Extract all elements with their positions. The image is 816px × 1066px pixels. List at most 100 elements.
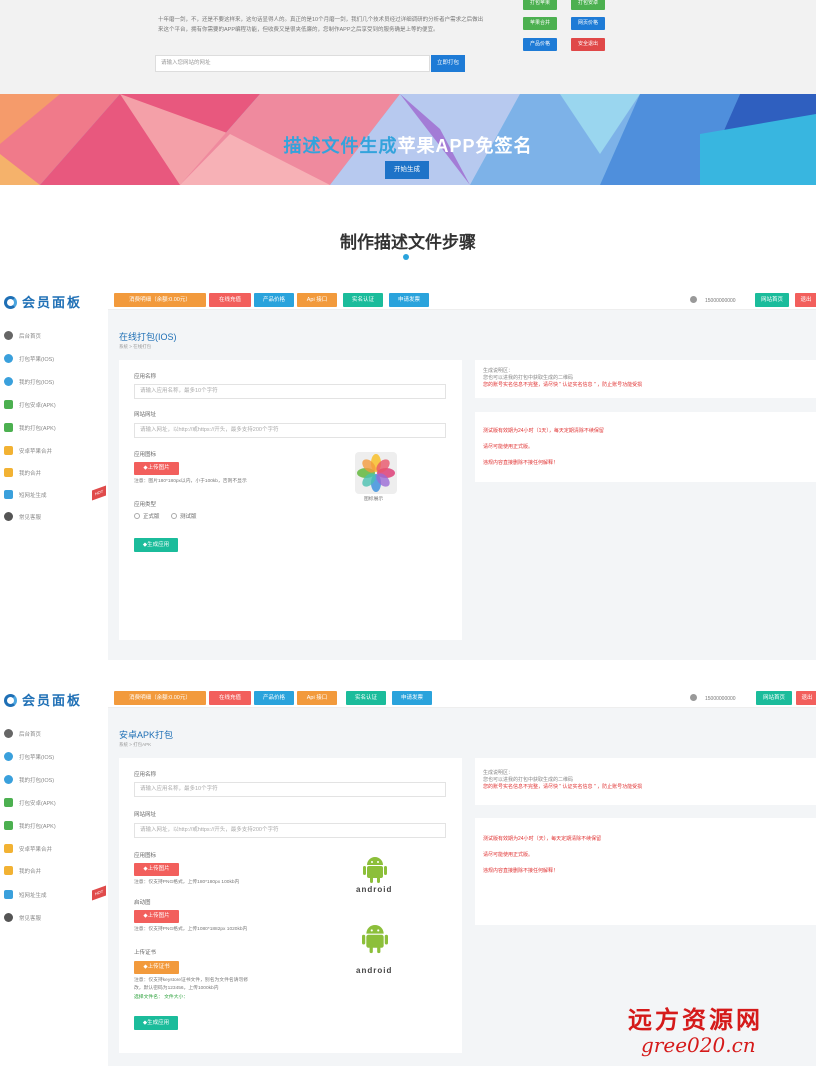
sidebar-item-my-ios[interactable]: 我的打包(IOS) — [4, 376, 54, 390]
android-robot-icon — [362, 925, 388, 954]
icon-label: 应用图标 — [134, 452, 157, 458]
plane-icon — [4, 890, 13, 899]
upload-icon-button[interactable]: ◆上传图片 — [134, 863, 179, 876]
app-name-input[interactable]: 请输入应用名称，最多10个字符 — [134, 384, 446, 399]
android-icon — [4, 798, 13, 807]
sidebar: 会员面板 后台首页 打包苹果(IOS) 我的打包(IOS) 打包安卓(APK) … — [0, 688, 108, 1066]
quick-web-price-button[interactable]: 网页价格 — [571, 17, 605, 30]
apple-icon — [4, 377, 13, 386]
sidebar-item-merge[interactable]: 安卓苹果合并 — [4, 843, 52, 857]
rule-3: 违规内容直接删除不接任何解释！ — [483, 868, 559, 874]
api-button[interactable]: Api 接口 — [297, 691, 337, 705]
ios-form-card: 应用名称 请输入应用名称，最多10个字符 网站网址 请输入网址，以http://… — [119, 360, 462, 640]
radio-icon — [171, 513, 177, 519]
upload-cert-button[interactable]: ◆上传证书 — [134, 961, 179, 974]
sidebar-item-my-apk[interactable]: 我的打包(APK) — [4, 422, 56, 436]
upload-icon-button[interactable]: ◆上传图片 — [134, 462, 179, 475]
site-home-button[interactable]: 网站首页 — [755, 293, 789, 307]
url-input[interactable]: 请输入网址，以http://或https://开头，最多支持200个字符 — [134, 423, 446, 438]
balance-button[interactable]: 消费明细（余额:0.00元） — [114, 293, 206, 307]
sidebar-item-short-url[interactable]: 短网址生成 — [4, 489, 47, 503]
logo-icon — [4, 296, 17, 309]
sidebar-item-dashboard[interactable]: 后台首页 — [4, 330, 41, 344]
sidebar-item-my-apk[interactable]: 我的打包(APK) — [4, 820, 56, 834]
photos-app-icon — [355, 452, 397, 494]
tips-card: 生成说明区： 您也可以进我的打包中获取生成的二维码 您的账号实名信息不完整，请尽… — [475, 758, 816, 805]
package-now-button[interactable]: 立即打包 — [431, 55, 465, 72]
watermark-url: gree020.cn — [641, 1033, 756, 1057]
api-button[interactable]: Api 接口 — [297, 293, 337, 307]
icon-note: 注意：仅支持PNG格式，上传180*180px 100kb内 — [134, 880, 240, 885]
realname-button[interactable]: 实名认证 — [343, 293, 383, 307]
hot-badge: HOT — [92, 885, 106, 901]
site-home-button[interactable]: 网站首页 — [756, 691, 792, 705]
invoice-button[interactable]: 申请发票 — [389, 293, 429, 307]
generate-app-button[interactable]: ◆生成应用 — [134, 1016, 178, 1030]
rule-2: 请尽可能使用正式版。 — [483, 852, 534, 858]
quick-product-price-button[interactable]: 产品价格 — [523, 38, 557, 51]
android-icon — [4, 821, 13, 830]
url-label: 网站网址 — [134, 412, 157, 418]
sidebar-item-my-merge[interactable]: 我的合并 — [4, 865, 41, 879]
quick-merge-button[interactable]: 苹果合并 — [523, 17, 557, 30]
user-avatar-icon — [690, 296, 697, 303]
apple-icon — [4, 354, 13, 363]
test-radio[interactable]: 测试版 — [171, 512, 197, 520]
quick-android-button[interactable]: 打包安卓 — [571, 0, 605, 10]
recharge-button[interactable]: 在线充值 — [209, 691, 251, 705]
sidebar-item-ios-package[interactable]: 打包苹果(IOS) — [4, 353, 54, 367]
question-icon — [4, 512, 13, 521]
app-name-input[interactable]: 请输入应用名称，最多10个字符 — [134, 782, 446, 797]
sidebar-item-support[interactable]: 常见客服 — [4, 912, 41, 926]
price-button[interactable]: 产品价格 — [254, 691, 294, 705]
splash-note: 注意：仅支持PNG格式，上传1080*1882px 1020kb内 — [134, 927, 248, 932]
panel-logo: 会员面板 — [4, 690, 82, 709]
sidebar-item-my-ios[interactable]: 我的打包(IOS) — [4, 774, 54, 788]
android-icon — [4, 400, 13, 409]
rule-3: 违规内容直接删除不接任何解释！ — [483, 460, 559, 466]
breadcrumb: 系统 > 打包APK — [119, 742, 152, 747]
banner-title-highlight: 描述文件生成 — [283, 136, 398, 156]
quick-logout-button[interactable]: 安全退出 — [571, 38, 605, 51]
top-bar: 消费明细（余额:0.00元） 在线充值 产品价格 Api 接口 实名认证 申请发… — [108, 688, 816, 708]
recharge-button[interactable]: 在线充值 — [209, 293, 251, 307]
android-icon — [4, 423, 13, 432]
upload-splash-button[interactable]: ◆上传图片 — [134, 910, 179, 923]
tips-line-1: 您也可以进我的打包中获取生成的二维码 — [483, 777, 574, 783]
tips-line-2: 您的账号实名信息不完整，请尽快 " 认证实名信息 " ，防止账号功能受损 — [483, 784, 643, 790]
url-input[interactable]: 请输入网址，以http://或https://开头，最多支持200个字符 — [134, 823, 446, 838]
realname-button[interactable]: 实名认证 — [346, 691, 386, 705]
logout-button[interactable]: 退出 — [796, 691, 816, 705]
android-wordmark: android — [356, 885, 393, 894]
start-generate-button[interactable]: 开始生成 — [385, 161, 429, 179]
website-url-input[interactable]: 请输入您网站的网址 — [155, 55, 430, 72]
android-robot-icon — [363, 857, 387, 883]
sidebar-item-apk-package[interactable]: 打包安卓(APK) — [4, 399, 56, 413]
sidebar-item-merge[interactable]: 安卓苹果合并 — [4, 445, 52, 459]
invoice-button[interactable]: 申请发票 — [392, 691, 432, 705]
cert-label: 上传证书 — [134, 950, 157, 956]
url-label: 网站网址 — [134, 812, 157, 818]
sidebar-item-apk-package[interactable]: 打包安卓(APK) — [4, 797, 56, 811]
icon-label: 应用图标 — [134, 853, 157, 859]
page-title: 安卓APK打包 — [119, 730, 174, 740]
steps-title: 制作描述文件步骤 — [340, 233, 476, 252]
sidebar-item-ios-package[interactable]: 打包苹果(IOS) — [4, 751, 54, 765]
tips-line-1: 您也可以进我的打包中获取生成的二维码 — [483, 375, 574, 381]
sidebar-item-my-merge[interactable]: 我的合并 — [4, 467, 41, 481]
balance-button[interactable]: 消费明细（余额:0.00元） — [114, 691, 206, 705]
ios-panel-screenshot: 会员面板 后台首页 打包苹果(IOS) 我的打包(IOS) 打包安卓(APK) … — [0, 290, 816, 660]
tips-line-2: 您的账号实名信息不完整，请尽快 " 认证实名信息 " ，防止账号功能受损 — [483, 382, 643, 388]
user-info: 15000000000 — [690, 296, 736, 304]
quick-ios-button[interactable]: 打包苹果 — [523, 0, 557, 10]
release-radio[interactable]: 正式版 — [134, 512, 160, 520]
rule-1: 测试版有效期为24小时（天），每天定期清除不续保留 — [483, 836, 602, 842]
price-button[interactable]: 产品价格 — [254, 293, 294, 307]
android-wordmark: android — [356, 966, 393, 975]
generate-app-button[interactable]: ◆生成应用 — [134, 538, 178, 552]
sidebar-item-short-url[interactable]: 短网址生成 — [4, 889, 47, 903]
merge-icon — [4, 844, 13, 853]
logout-button[interactable]: 退出 — [795, 293, 816, 307]
sidebar-item-support[interactable]: 常见客服 — [4, 511, 41, 525]
sidebar-item-dashboard[interactable]: 后台首页 — [4, 728, 41, 742]
